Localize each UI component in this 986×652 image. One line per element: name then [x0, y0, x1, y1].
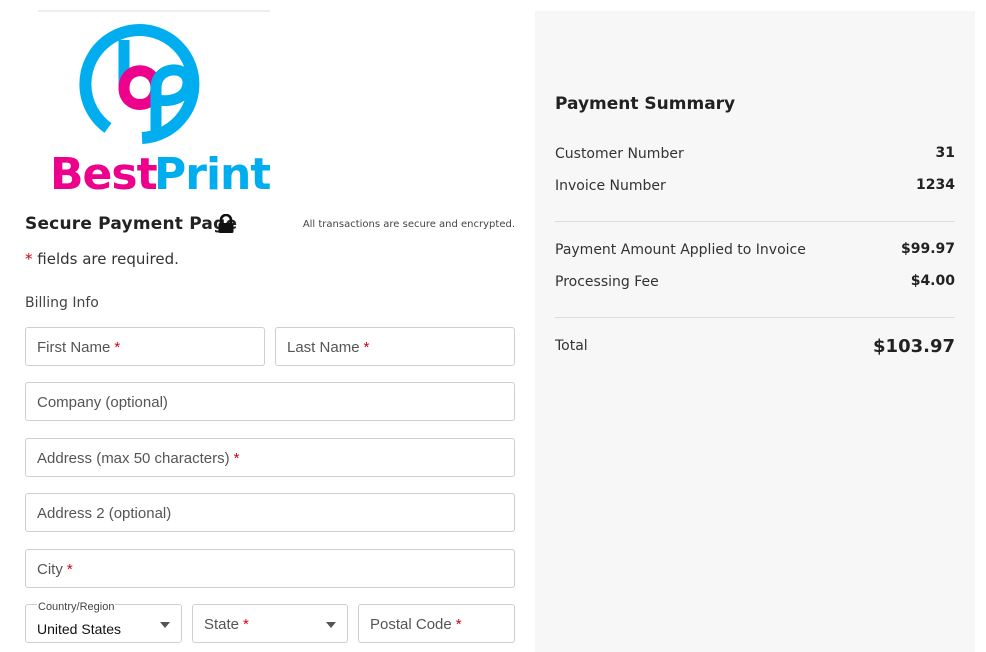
required-note-text: fields are required.: [37, 250, 179, 268]
logo-text-print: Print: [154, 149, 270, 200]
page-title: Secure Payment Page: [25, 214, 238, 234]
payment-amount-value: $99.97: [900, 241, 955, 257]
customer-number-value: 31: [935, 145, 955, 161]
total-label: Total: [555, 338, 588, 354]
state-placeholder: State *: [204, 616, 249, 633]
city-placeholder: City *: [37, 561, 73, 578]
first-name-field[interactable]: First Name *: [25, 327, 265, 366]
required-note: * fields are required.: [25, 250, 179, 268]
summary-title: Payment Summary: [555, 94, 736, 114]
processing-fee-value: $4.00: [910, 273, 955, 289]
lock-icon: [218, 214, 234, 233]
first-name-placeholder: First Name *: [37, 339, 121, 356]
address2-field[interactable]: Address 2 (optional): [25, 493, 515, 532]
chevron-down-icon: [326, 622, 336, 628]
invoice-number-value: 1234: [916, 177, 955, 193]
secure-note: All transactions are secure and encrypte…: [302, 219, 515, 230]
total-value: $103.97: [873, 336, 955, 357]
country-label: Country/Region: [37, 601, 116, 613]
customer-number-label: Customer Number: [555, 146, 684, 162]
postal-code-field[interactable]: Postal Code *: [358, 604, 515, 643]
processing-fee-label: Processing Fee: [555, 274, 659, 290]
payment-amount-label: Payment Amount Applied to Invoice: [555, 242, 806, 258]
address-placeholder: Address (max 50 characters) *: [37, 450, 240, 467]
state-select[interactable]: State *: [192, 604, 348, 643]
postal-code-placeholder: Postal Code *: [370, 616, 462, 633]
summary-divider: [555, 317, 955, 318]
country-value: United States: [37, 621, 122, 637]
last-name-field[interactable]: Last Name *: [275, 327, 515, 366]
required-star: *: [25, 250, 33, 268]
payment-summary-panel: Payment Summary Customer Number 31 Invoi…: [535, 11, 975, 652]
summary-divider: [555, 221, 955, 222]
last-name-placeholder: Last Name *: [287, 339, 370, 356]
company-placeholder: Company (optional): [37, 394, 168, 411]
logo-text-best: Best: [50, 149, 158, 200]
country-select[interactable]: Country/Region United States: [25, 601, 182, 643]
address-field[interactable]: Address (max 50 characters) *: [25, 438, 515, 477]
bp-logo-icon: Best Print: [50, 24, 270, 200]
address2-placeholder: Address 2 (optional): [37, 505, 172, 522]
billing-section-label: Billing Info: [25, 295, 99, 311]
payment-header: Secure Payment Page All transactions are…: [25, 212, 515, 240]
company-field[interactable]: Company (optional): [25, 382, 515, 421]
city-field[interactable]: City *: [25, 549, 515, 588]
invoice-number-label: Invoice Number: [555, 178, 666, 194]
best-print-logo: Best Print: [38, 10, 270, 200]
chevron-down-icon: [160, 622, 170, 628]
